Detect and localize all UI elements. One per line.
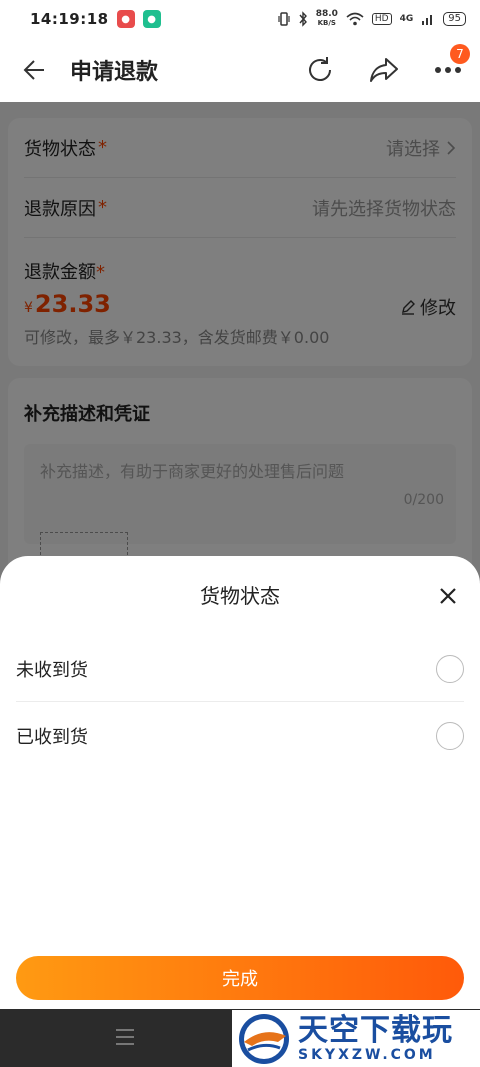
net-speed-value: 88.0 [315,9,338,19]
vibrate-icon [278,12,290,26]
net-speed-unit: KB/S [317,19,336,27]
page-title: 申请退款 [70,60,159,85]
menu-icon[interactable] [116,1029,134,1050]
battery-indicator: 95 [443,12,466,26]
refresh-icon [309,57,331,81]
done-button[interactable]: 完成 [16,956,464,1000]
radio-button[interactable] [436,722,464,750]
hd-badge: HD [371,13,392,25]
share-button[interactable] [352,38,416,102]
network-type: 4G [399,14,414,24]
more-dots-icon [435,67,461,73]
status-bar: 14:19:18 ● ● 88.0 KB/S HD 4G 95 [0,0,480,38]
option-not-received[interactable]: 未收到货 [16,636,464,702]
app-header: 申请退款 7 [0,38,480,102]
share-icon [370,58,398,82]
refresh-button[interactable] [288,38,352,102]
wifi-icon [346,12,364,26]
option-received[interactable]: 已收到货 [16,703,464,769]
close-icon [440,588,456,604]
more-button[interactable]: 7 [416,38,480,102]
sheet-title: 货物状态 [200,584,280,608]
option-label: 已收到货 [16,727,88,748]
bluetooth-icon [299,11,307,27]
close-button[interactable] [430,578,466,614]
goods-status-sheet: 货物状态 未收到货 已收到货 完成 [0,556,480,1009]
notification-badge: 7 [450,44,470,64]
watermark-logo-icon [239,1013,289,1064]
radio-button[interactable] [436,654,464,683]
watermark-title: 天空下载玩 [298,1012,453,1048]
watermark: 天空下载玩 SKYXZW.COM [232,1010,480,1067]
chat-notification-icon: ● [142,10,161,28]
status-time: 14:19:18 [30,10,109,28]
app-notification-icon: ● [116,10,135,28]
net-speed: 88.0 KB/S [316,10,338,28]
signal-icon [422,15,433,25]
watermark-url: SKYXZW.COM [298,1046,436,1063]
arrow-left-icon [23,60,44,80]
option-label: 未收到货 [16,659,88,681]
back-button[interactable] [0,38,70,102]
